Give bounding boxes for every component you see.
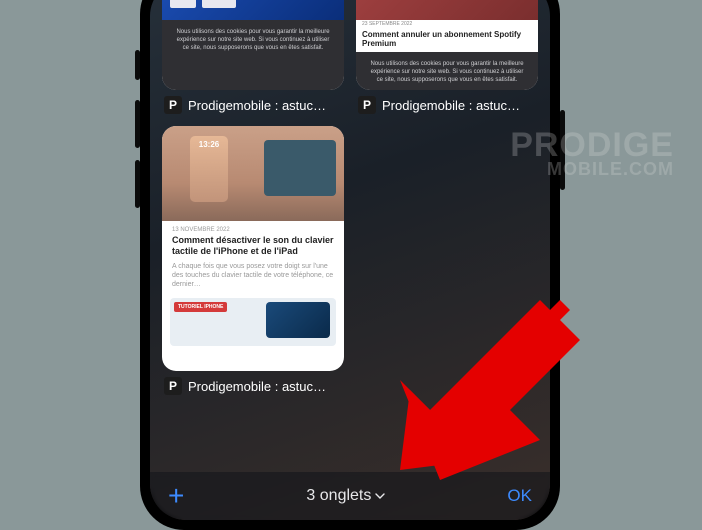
- tab-thumbnail[interactable]: 23 SEPTEMBRE 2022 Comment annuler un abo…: [356, 0, 538, 90]
- tab-title: Prodigemobile : astuc…: [382, 98, 536, 113]
- favicon: P: [164, 377, 182, 395]
- lockscreen-preview: 13:26: [190, 136, 228, 202]
- bottom-toolbar: + 3 onglets OK: [150, 472, 550, 520]
- cookie-banner: Nous utilisons des cookies pour vous gar…: [162, 20, 344, 90]
- thumb-article-body: A chaque fois que vous posez votre doigt…: [162, 262, 344, 298]
- tab-thumbnail[interactable]: 13:26 13 NOVEMBRE 2022 Comment désactive…: [162, 126, 344, 371]
- thumb-article-title: Comment annuler un abonnement Spotify Pr…: [356, 28, 538, 52]
- thumb-image: [264, 140, 336, 196]
- thumb-article-date: 23 SEPTEMBRE 2022: [356, 20, 538, 28]
- power-button: [560, 110, 565, 190]
- thumb-hero: 13:26: [162, 126, 344, 221]
- tab-title: Prodigemobile : astuc…: [188, 379, 342, 394]
- tab-title: Prodigemobile : astuc…: [188, 98, 342, 113]
- done-button[interactable]: OK: [507, 486, 532, 506]
- volume-up: [135, 100, 140, 148]
- thumb-hero: [162, 0, 344, 20]
- thumb-article-date: 13 NOVEMBRE 2022: [162, 221, 344, 235]
- tab-count-button[interactable]: 3 onglets: [306, 487, 385, 505]
- thumb-related: TUTORIEL IPHONE: [170, 298, 336, 346]
- cookie-banner: Nous utilisons des cookies pour vous gar…: [356, 52, 538, 90]
- tab-title-row: P Prodigemobile : astuc…: [356, 90, 538, 114]
- thumb-hero: [356, 0, 538, 20]
- tab-count-label: 3 onglets: [306, 487, 371, 505]
- tab-title-row: P Prodigemobile : astuc…: [162, 90, 344, 114]
- thumb-article-title: Comment désactiver le son du clavier tac…: [162, 235, 344, 262]
- new-tab-button[interactable]: +: [168, 482, 184, 510]
- volume-down: [135, 160, 140, 208]
- favicon: P: [358, 96, 376, 114]
- tab-thumbnail[interactable]: Nous utilisons des cookies pour vous gar…: [162, 0, 344, 90]
- thumb-image: [266, 302, 330, 338]
- lock-time: 13:26: [199, 140, 219, 149]
- tab-card[interactable]: 13:26 13 NOVEMBRE 2022 Comment désactive…: [162, 126, 344, 395]
- favicon: P: [164, 96, 182, 114]
- screen: Nous utilisons des cookies pour vous gar…: [150, 0, 550, 520]
- tab-card[interactable]: Nous utilisons des cookies pour vous gar…: [162, 0, 344, 114]
- mute-switch: [135, 50, 140, 80]
- tab-overview-grid: Nous utilisons des cookies pour vous gar…: [150, 0, 550, 395]
- phone-frame: Nous utilisons des cookies pour vous gar…: [140, 0, 560, 530]
- tab-title-row: P Prodigemobile : astuc…: [162, 371, 344, 395]
- tab-card[interactable]: 23 SEPTEMBRE 2022 Comment annuler un abo…: [356, 0, 538, 114]
- category-tag: TUTORIEL IPHONE: [174, 302, 227, 312]
